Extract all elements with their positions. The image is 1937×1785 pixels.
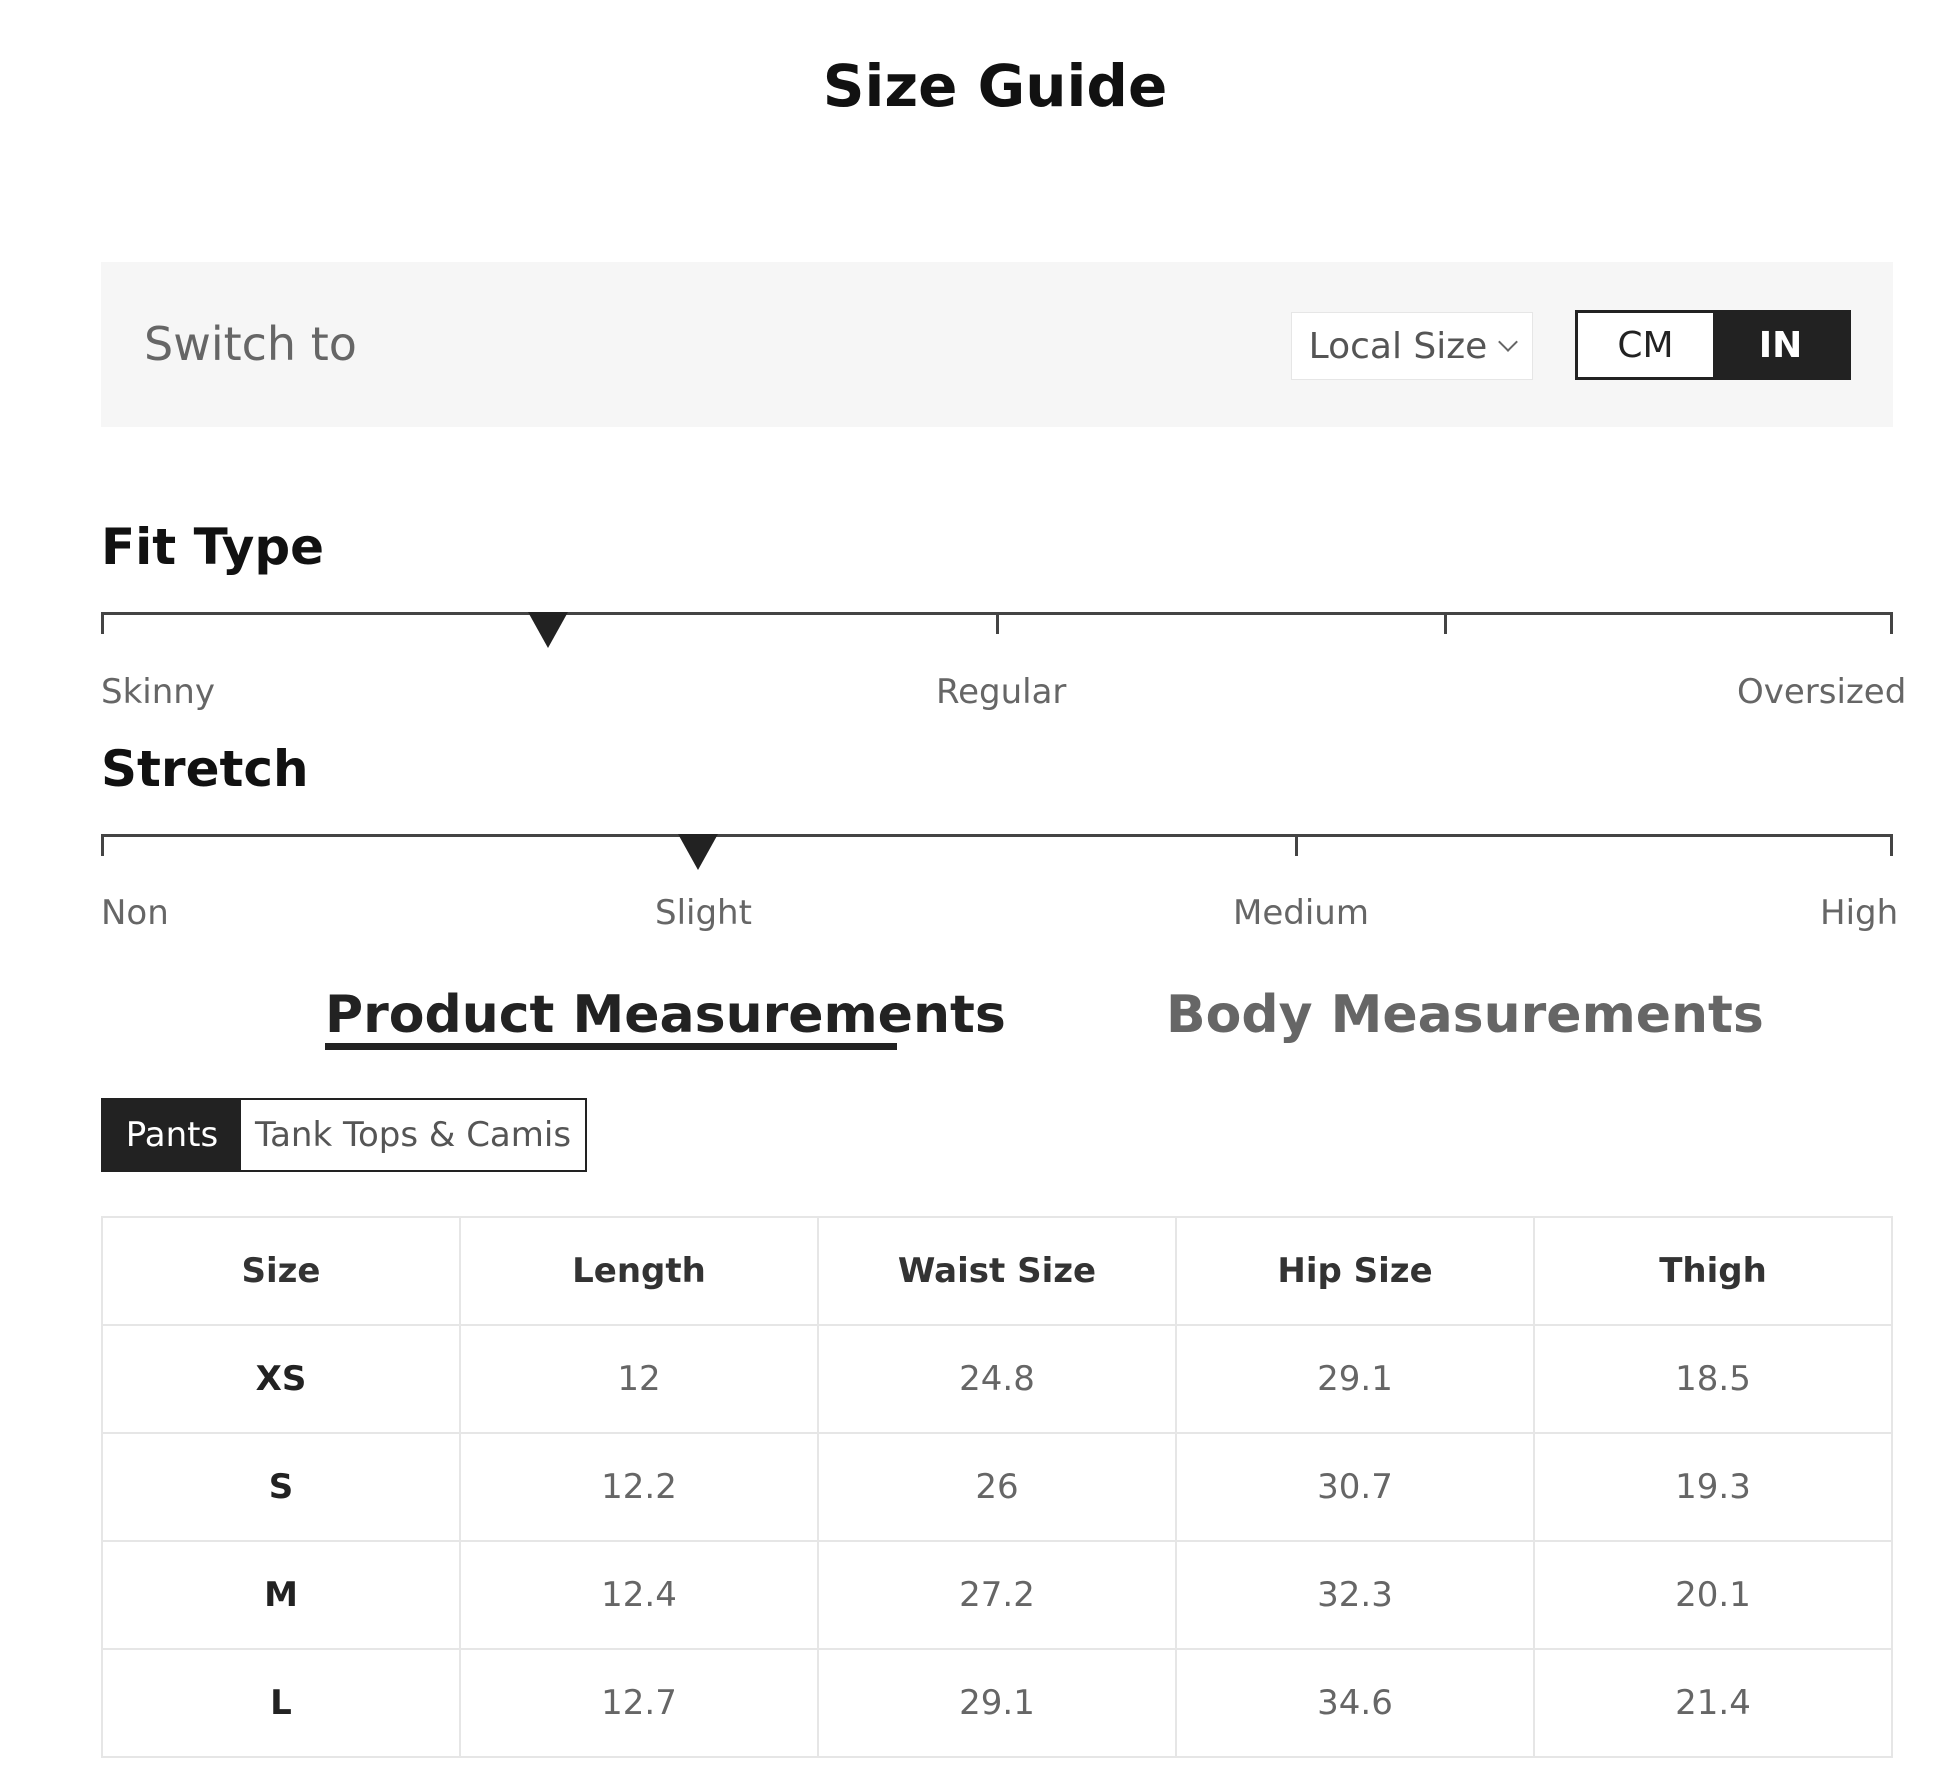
hip-size-cell: 32.3 (1175, 1540, 1535, 1650)
scale-line (101, 834, 1893, 837)
length-cell: 12 (459, 1324, 819, 1434)
fit-type-scale (101, 612, 1893, 648)
scale-tick (1444, 612, 1447, 634)
length-cell: 12.7 (459, 1648, 819, 1758)
size-cell: L (101, 1648, 461, 1758)
fit-label-regular: Regular (936, 672, 1067, 712)
scale-tick (101, 834, 104, 856)
chevron-down-icon (1498, 332, 1519, 352)
stretch-label-slight: Slight (655, 893, 752, 933)
fit-label-oversized: Oversized (1737, 672, 1907, 712)
unit-toggle: CM IN (1575, 310, 1851, 380)
column-header-length: Length (459, 1216, 819, 1326)
hip-size-cell: 30.7 (1175, 1432, 1535, 1542)
switch-to-label: Switch to (144, 317, 357, 371)
table-row: S 12.2 26 30.7 19.3 (101, 1432, 1893, 1542)
local-size-label: Local Size (1308, 325, 1488, 367)
size-cell: S (101, 1432, 461, 1542)
waist-size-cell: 26 (817, 1432, 1177, 1542)
size-table: Size Length Waist Size Hip Size Thigh XS… (101, 1216, 1893, 1758)
size-cell: M (101, 1540, 461, 1650)
waist-size-cell: 24.8 (817, 1324, 1177, 1434)
stretch-title: Stretch (101, 740, 309, 798)
column-header-thigh: Thigh (1533, 1216, 1893, 1326)
scale-tick (101, 612, 104, 634)
tab-product-measurements[interactable]: Product Measurements (325, 985, 1006, 1045)
tab-tank-tops-camis[interactable]: Tank Tops & Camis (241, 1100, 585, 1170)
in-button[interactable]: IN (1713, 313, 1848, 377)
category-tabs: Pants Tank Tops & Camis (101, 1098, 587, 1172)
hip-size-cell: 29.1 (1175, 1324, 1535, 1434)
table-header-row: Size Length Waist Size Hip Size Thigh (101, 1216, 1893, 1326)
unit-switch-bar: Switch to Local Size CM IN (101, 262, 1893, 427)
active-tab-underline (325, 1043, 897, 1050)
length-cell: 12.2 (459, 1432, 819, 1542)
thigh-cell: 19.3 (1533, 1432, 1893, 1542)
column-header-hip-size: Hip Size (1175, 1216, 1535, 1326)
hip-size-cell: 34.6 (1175, 1648, 1535, 1758)
stretch-label-non: Non (101, 893, 169, 933)
fit-type-marker-icon (528, 612, 568, 648)
table-row: XS 12 24.8 29.1 18.5 (101, 1324, 1893, 1434)
size-cell: XS (101, 1324, 461, 1434)
local-size-dropdown[interactable]: Local Size (1291, 312, 1533, 380)
thigh-cell: 18.5 (1533, 1324, 1893, 1434)
column-header-size: Size (101, 1216, 461, 1326)
stretch-scale (101, 834, 1893, 870)
length-cell: 12.4 (459, 1540, 819, 1650)
tab-pants[interactable]: Pants (103, 1100, 241, 1170)
column-header-waist-size: Waist Size (817, 1216, 1177, 1326)
stretch-label-medium: Medium (1233, 893, 1369, 933)
tab-body-measurements[interactable]: Body Measurements (1166, 985, 1764, 1045)
waist-size-cell: 29.1 (817, 1648, 1177, 1758)
scale-tick (1890, 612, 1893, 634)
stretch-label-high: High (1820, 893, 1899, 933)
page-title: Size Guide (822, 52, 1168, 120)
thigh-cell: 20.1 (1533, 1540, 1893, 1650)
cm-button[interactable]: CM (1578, 313, 1713, 377)
waist-size-cell: 27.2 (817, 1540, 1177, 1650)
stretch-marker-icon (678, 834, 718, 870)
scale-tick (1295, 834, 1298, 856)
table-row: M 12.4 27.2 32.3 20.1 (101, 1540, 1893, 1650)
table-row: L 12.7 29.1 34.6 21.4 (101, 1648, 1893, 1758)
scale-tick (1890, 834, 1893, 856)
fit-type-title: Fit Type (101, 518, 325, 576)
fit-label-skinny: Skinny (101, 672, 215, 712)
thigh-cell: 21.4 (1533, 1648, 1893, 1758)
scale-tick (996, 612, 999, 634)
